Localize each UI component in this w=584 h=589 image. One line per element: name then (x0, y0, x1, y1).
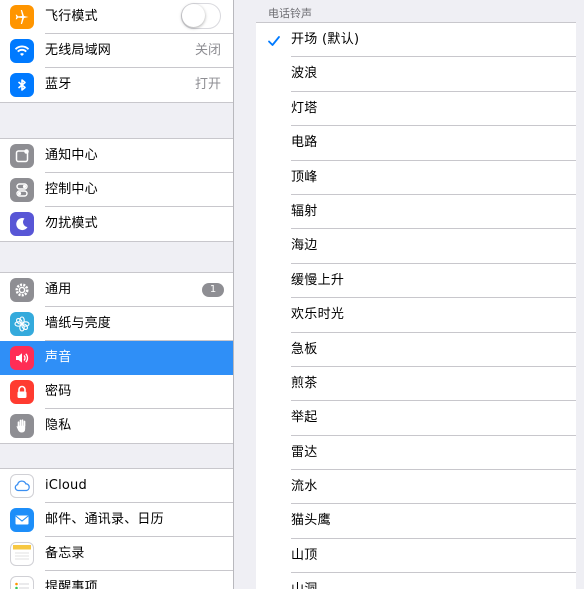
ringtone-item[interactable]: 猫头鹰 (256, 504, 576, 539)
sidebar-item-label: 备忘录 (45, 546, 85, 561)
sidebar-item-value: 关闭 (194, 43, 221, 58)
sidebar-item-control-center[interactable]: 控制中心 (0, 173, 233, 207)
settings-sidebar: 飞行模式无线局域网 关闭蓝牙 打开通知中心控制中心勿扰模式通用 1 墙纸与亮度声音密码隐… (0, 0, 234, 589)
toggle-knob (182, 4, 205, 27)
ringtone-item[interactable]: 波浪 (256, 57, 576, 92)
ringtone-item[interactable]: 缓慢上升 (256, 264, 576, 299)
ringtone-item[interactable]: 欢乐时光 (256, 298, 576, 333)
sidebar-item-label: 密码 (45, 384, 72, 399)
sidebar-item-notes[interactable]: 备忘录 (0, 537, 233, 571)
control-center-icon (10, 178, 34, 202)
ringtone-name: 辐射 (291, 203, 318, 219)
notification-center-icon (10, 144, 34, 168)
sidebar-item-reminders[interactable]: 提醒事项 (0, 571, 233, 589)
checkmark-icon (267, 33, 281, 47)
sidebar-item-mail[interactable]: 邮件、通讯录、日历 (0, 503, 233, 537)
ringtone-name: 欢乐时光 (291, 307, 345, 323)
sidebar-item-value: 打开 (194, 77, 221, 92)
sidebar-item-airplane[interactable]: 飞行模式 (0, 0, 233, 34)
ringtone-item[interactable]: 灯塔 (256, 92, 576, 127)
ringtone-item[interactable]: 山顶 (256, 539, 576, 574)
ringtone-item[interactable]: 辐射 (256, 195, 576, 230)
hand-icon (10, 414, 34, 438)
sidebar-item-label: iCloud (45, 478, 87, 493)
sidebar-item-wifi[interactable]: 无线局域网 关闭 (0, 34, 233, 68)
ringtone-name: 缓慢上升 (291, 272, 345, 288)
ringtone-item[interactable]: 电路 (256, 126, 576, 161)
sidebar-item-label: 隐私 (45, 418, 72, 433)
settings-group: 飞行模式无线局域网 关闭蓝牙 打开 (0, 0, 233, 103)
flower-icon (10, 312, 34, 336)
ringtone-name: 雷达 (291, 444, 318, 460)
ringtone-item[interactable]: 煎茶 (256, 367, 576, 402)
sidebar-item-label: 控制中心 (45, 182, 98, 197)
ringtone-item[interactable]: 开场 (默认) (256, 23, 576, 58)
ringtone-item[interactable]: 流水 (256, 470, 576, 505)
ringtone-item[interactable]: 急板 (256, 333, 576, 367)
ringtone-list: 开场 (默认) 波浪灯塔电路顶峰辐射海边缓慢上升欢乐时光急板煎茶举起雷达流水猫头鹰… (256, 22, 576, 589)
ringtone-name: 海边 (291, 238, 318, 254)
ringtone-item[interactable]: 山洞 (256, 573, 576, 589)
ringtone-item[interactable]: 举起 (256, 401, 576, 436)
sidebar-item-label: 蓝牙 (45, 77, 72, 92)
ringtone-name: 急板 (291, 341, 318, 357)
moon-icon (10, 212, 34, 236)
notes-icon (10, 542, 34, 566)
cloud-icon (10, 474, 34, 498)
settings-group: 通用 1 墙纸与亮度声音密码隐私 (0, 272, 233, 444)
ringtone-name: 波浪 (291, 66, 318, 82)
airplane-icon (10, 5, 34, 29)
ringtone-item[interactable]: 海边 (256, 229, 576, 264)
sidebar-item-passcode[interactable]: 密码 (0, 375, 233, 409)
ringtone-item[interactable]: 顶峰 (256, 161, 576, 195)
settings-group: iCloud 邮件、通讯录、日历 备忘录提醒事项 (0, 468, 233, 589)
settings-group: 通知中心控制中心勿扰模式 (0, 138, 233, 242)
wifi-icon (10, 39, 34, 63)
sidebar-item-label: 墙纸与亮度 (45, 316, 112, 331)
gear-icon (10, 278, 34, 302)
sidebar-item-label: 通用 (45, 282, 72, 297)
speaker-icon (10, 346, 34, 370)
update-badge: 1 (202, 283, 224, 297)
ringtone-section-header: 电话铃声 (268, 7, 312, 20)
sidebar-item-label: 提醒事项 (45, 580, 98, 589)
sidebar-item-label: 邮件、通讯录、日历 (45, 512, 164, 527)
sidebar-item-notifications[interactable]: 通知中心 (0, 139, 233, 173)
sidebar-item-do-not-disturb[interactable]: 勿扰模式 (0, 207, 233, 241)
ringtone-name: 电路 (291, 135, 318, 151)
sidebar-item-bluetooth[interactable]: 蓝牙 打开 (0, 68, 233, 102)
ringtone-name: 举起 (291, 410, 318, 426)
ringtone-name: 灯塔 (291, 100, 318, 116)
sidebar-item-wallpaper[interactable]: 墙纸与亮度 (0, 307, 233, 341)
sidebar-item-label: 通知中心 (45, 148, 98, 163)
sidebar-item-icloud[interactable]: iCloud (0, 469, 233, 503)
ringtone-name: 猫头鹰 (291, 513, 331, 529)
ringtone-name: 山洞 (291, 573, 318, 589)
lock-icon (10, 380, 34, 404)
ringtone-name: 流水 (291, 479, 318, 495)
reminders-icon (10, 576, 34, 589)
ringtone-name: 煎茶 (291, 375, 318, 391)
sidebar-item-privacy[interactable]: 隐私 (0, 409, 233, 443)
mail-icon (10, 508, 34, 532)
sidebar-item-sounds[interactable]: 声音 (0, 341, 233, 375)
ringtone-item[interactable]: 雷达 (256, 436, 576, 471)
airplane-mode-toggle[interactable] (181, 3, 221, 29)
sidebar-item-label: 勿扰模式 (45, 216, 98, 231)
ringtone-name: 开场 (默认) (291, 32, 360, 47)
ringtone-name: 顶峰 (291, 169, 318, 185)
sidebar-item-label: 飞行模式 (45, 9, 98, 24)
sidebar-item-label: 无线局域网 (45, 43, 112, 58)
ringtone-name: 山顶 (291, 547, 318, 563)
sidebar-item-general[interactable]: 通用 1 (0, 273, 233, 307)
bluetooth-icon (10, 73, 34, 97)
sidebar-item-label: 声音 (45, 350, 72, 365)
